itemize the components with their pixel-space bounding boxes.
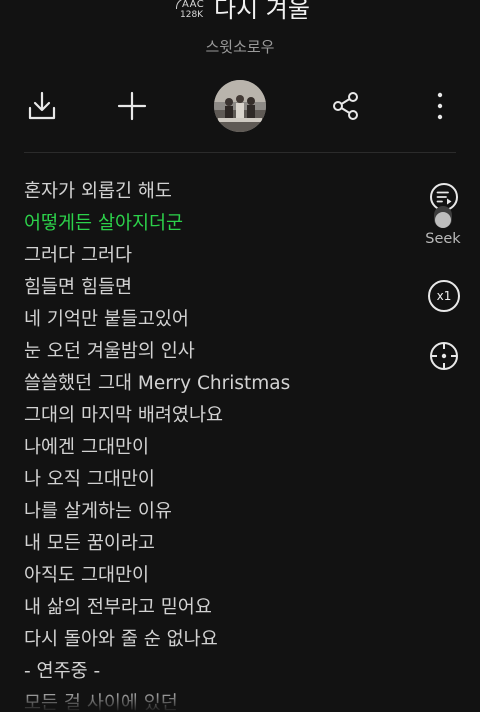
- crosshair-icon: [430, 342, 458, 370]
- seek-label: Seek: [425, 231, 461, 247]
- more-vertical-icon: [437, 92, 443, 120]
- playback-speed-button[interactable]: x1: [428, 280, 460, 312]
- add-icon: [117, 91, 147, 121]
- lyric-line[interactable]: 내 모든 꿈이라고: [24, 528, 424, 560]
- lyric-line-active[interactable]: 어떻게든 살아지더군: [24, 208, 424, 240]
- download-button[interactable]: [22, 86, 62, 126]
- seek-toggle[interactable]: [434, 206, 452, 228]
- player-toolbar: [0, 78, 480, 134]
- quality-bitrate: 128K: [180, 10, 204, 20]
- add-to-playlist-button[interactable]: [112, 86, 152, 126]
- lyric-line[interactable]: 내 삶의 전부라고 믿어요: [24, 592, 424, 624]
- lyrics-list[interactable]: 혼자가 외롭긴 해도 어떻게든 살아지더군 그러다 그러다 힘들면 힘들면 네 기억만 …: [24, 176, 424, 712]
- share-icon: [333, 92, 358, 120]
- lyric-line[interactable]: 네 기억만 붙들고있어: [24, 304, 424, 336]
- lyric-line[interactable]: 다시 돌아와 줄 순 없나요: [24, 624, 424, 656]
- download-icon: [28, 91, 56, 120]
- focus-current-line-button[interactable]: [428, 340, 460, 372]
- artist-name[interactable]: 스윗소로우: [0, 36, 480, 57]
- player-header: AAC 128K 다시 겨울 스윗소로우: [0, 0, 480, 60]
- header-divider: [24, 152, 456, 153]
- lyrics-fade: [24, 688, 424, 712]
- more-options-button[interactable]: [420, 86, 460, 126]
- lyric-line[interactable]: 나 오직 그대만이: [24, 464, 424, 496]
- lyric-line[interactable]: 그러다 그러다: [24, 240, 424, 272]
- lyric-line[interactable]: 나에겐 그대만이: [24, 432, 424, 464]
- audio-quality-badge[interactable]: AAC 128K: [176, 0, 210, 24]
- lyric-line[interactable]: 눈 오던 겨울밤의 인사: [24, 336, 424, 368]
- lyric-line[interactable]: 쓸쓸했던 그대 Merry Christmas: [24, 368, 424, 400]
- lyric-line[interactable]: 나를 살게하는 이유: [24, 496, 424, 528]
- lyric-line[interactable]: 그대의 마지막 배려였나요: [24, 400, 424, 432]
- album-art[interactable]: [214, 80, 266, 132]
- lyric-line[interactable]: 혼자가 외롭긴 해도: [24, 176, 424, 208]
- lyric-line[interactable]: 힘들면 힘들면: [24, 272, 424, 304]
- quality-codec: AAC: [182, 0, 205, 10]
- seek-toggle-knob: [435, 212, 451, 228]
- lyric-line[interactable]: - 연주중 -: [24, 656, 424, 688]
- share-button[interactable]: [326, 86, 366, 126]
- album-art-image: [214, 80, 266, 132]
- lyric-line[interactable]: 아직도 그대만이: [24, 560, 424, 592]
- song-title: 다시 겨울: [214, 0, 310, 23]
